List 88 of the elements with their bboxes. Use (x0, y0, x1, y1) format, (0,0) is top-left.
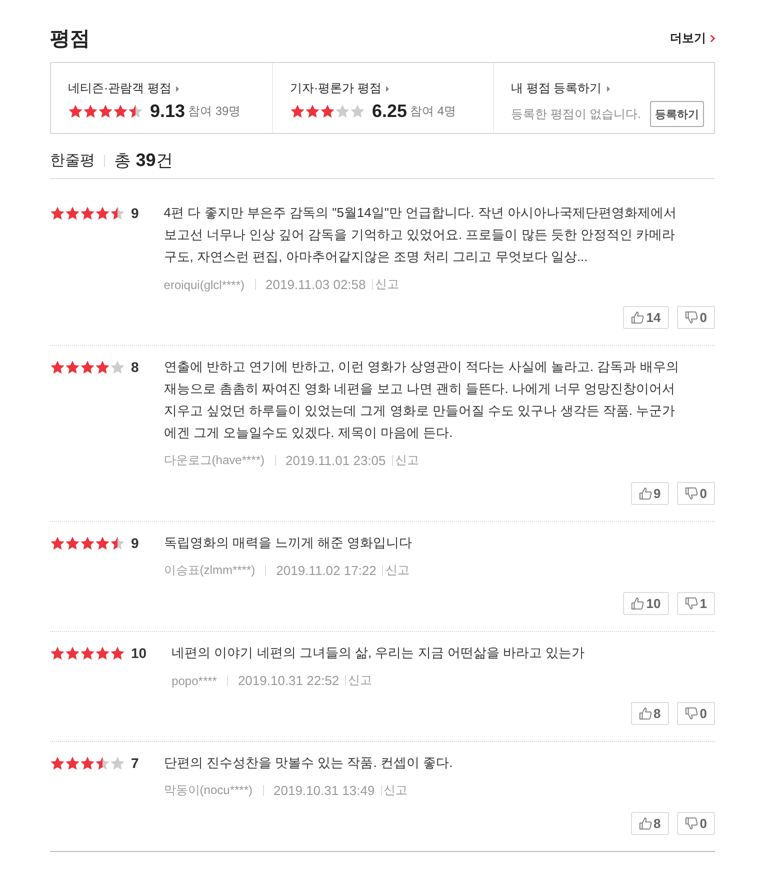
star-icon (50, 206, 65, 220)
caret-right-icon (386, 86, 390, 92)
caret-right-icon (176, 86, 180, 92)
star-icon (95, 360, 110, 374)
dislike-button[interactable]: 0 (676, 482, 715, 505)
star-icon (98, 104, 113, 119)
review-score: 9 (131, 205, 139, 221)
like-button[interactable]: 14 (623, 306, 669, 329)
star-icon (65, 646, 80, 660)
no-rating-message: 등록한 평점이 없습니다. (511, 106, 642, 122)
star-icon (65, 756, 80, 770)
star-icon (80, 206, 95, 220)
rating-link[interactable]: 기자·평론가 평점 (290, 80, 390, 97)
like-button[interactable]: 8 (630, 702, 669, 725)
review-date: 2019.11.03 02:58 (266, 277, 366, 292)
review-score: 10 (131, 645, 147, 661)
review-score: 7 (131, 755, 139, 771)
reviews-title: 한줄평 (50, 151, 95, 170)
section-title: 평점 (50, 26, 90, 52)
thumbs-up-icon (638, 487, 652, 500)
thumbs-up-icon (638, 817, 652, 830)
half-star-icon (110, 206, 125, 220)
review-author: 다운로그(have****) (164, 452, 264, 469)
star-icon (50, 756, 65, 770)
thumbs-down-icon (684, 311, 698, 324)
half-star-icon (110, 536, 125, 550)
star-icon (95, 646, 110, 660)
half-star-icon (95, 756, 110, 770)
thumbs-up-icon (631, 311, 644, 324)
half-star-icon (128, 104, 143, 119)
thumbs-down-icon (684, 597, 698, 610)
star-icon (110, 646, 125, 660)
star-icon (113, 104, 128, 119)
like-button[interactable]: 8 (630, 812, 669, 835)
review-date: 2019.10.31 13:49 (274, 783, 375, 798)
review-text: 연출에 반하고 연기에 반하고, 이런 영화가 상영관이 적다는 사실에 놀라고. 감독과 배우의 재능으로 촘촘히 짜여진 영화 네편을 보고 나면 괜히 들뜬다. 나에게 너무 엉망진창이어서 지우고 싶었던 하루들이 있었는데 그게 영화로 만들어질 수도 있구나 생각든 작품. 누군가에겐 그게 오늘일수도 있겠다. 제목이 마음에 든다. (164, 358, 680, 442)
review-date: 2019.10.31 22:52 (238, 673, 340, 688)
star-icon (80, 756, 95, 770)
star-icon (50, 360, 65, 374)
star-icon (65, 360, 80, 374)
thumbs-down-icon (684, 707, 698, 720)
review-text: 4편 다 좋지만 부은주 감독의 "5월14일"만 언급합니다. 작년 아시아나국제단편영화제에서 보고선 너무나 인상 깊어 감독을 기억하고 있었어요. 프로들이 많든 듯한 안정적인 카메라 구도, 자연스런 편집, 아마추어같지않은 조명 처리 그리고 무엇보다 일상... (164, 204, 678, 266)
thumbs-up-icon (638, 707, 652, 720)
review-score: 9 (131, 535, 139, 551)
star-icon (65, 536, 80, 550)
review-text: 단편의 진수성찬을 맛볼수 있는 작품. 컨셉이 좋다. (164, 754, 454, 772)
participant-count: 참여 39명 (188, 103, 241, 120)
star-icon (80, 536, 95, 550)
like-button[interactable]: 10 (623, 592, 669, 615)
rating-link[interactable]: 네티즌·관람객 평점 (68, 80, 180, 97)
register-rating-link[interactable]: 내 평점 등록하기 (511, 80, 610, 97)
average-score: 9.13 (150, 101, 186, 122)
star-icon (65, 206, 80, 220)
review-author: 막동이(nocu****) (164, 782, 252, 799)
star-icon (50, 646, 65, 660)
review-total: 총 39건 (114, 149, 173, 172)
star-icon (83, 104, 98, 119)
thumbs-up-icon (631, 597, 644, 610)
star-icon (290, 104, 305, 119)
thumbs-down-icon (684, 487, 698, 500)
dislike-button[interactable]: 1 (676, 592, 715, 615)
star-icon (50, 536, 65, 550)
review-score: 8 (131, 359, 139, 375)
star-icon (95, 536, 110, 550)
review-date: 2019.11.02 17:22 (276, 563, 376, 578)
average-score: 6.25 (372, 101, 408, 122)
register-button[interactable]: 등록하기 (650, 101, 704, 127)
review-date: 2019.11.01 23:05 (286, 453, 386, 468)
star-icon (80, 360, 95, 374)
participant-count: 참여 4명 (410, 103, 456, 120)
more-link[interactable]: 더보기 (670, 30, 715, 46)
star-icon (305, 104, 320, 119)
review-author: popo**** (172, 674, 217, 688)
caret-right-icon (606, 86, 610, 92)
like-button[interactable]: 9 (630, 482, 669, 505)
review-text: 독립영화의 매력을 느끼게 해준 영화입니다 (164, 534, 414, 552)
review-author: 이승표(zlmm****) (164, 562, 256, 579)
dislike-button[interactable]: 0 (676, 306, 715, 329)
dislike-button[interactable]: 0 (676, 702, 715, 725)
review-author: eroiqui(glcl****) (164, 278, 244, 292)
star-icon (68, 104, 83, 119)
chevron-right-icon (710, 34, 715, 42)
review-text: 네편의 이야기 네편의 그녀들의 삶, 우리는 지금 어떤삶을 바라고 있는가 (172, 644, 586, 662)
star-icon (80, 646, 95, 660)
thumbs-down-icon (684, 817, 698, 830)
star-icon (320, 104, 335, 119)
star-icon (95, 206, 110, 220)
dislike-button[interactable]: 0 (676, 812, 715, 835)
